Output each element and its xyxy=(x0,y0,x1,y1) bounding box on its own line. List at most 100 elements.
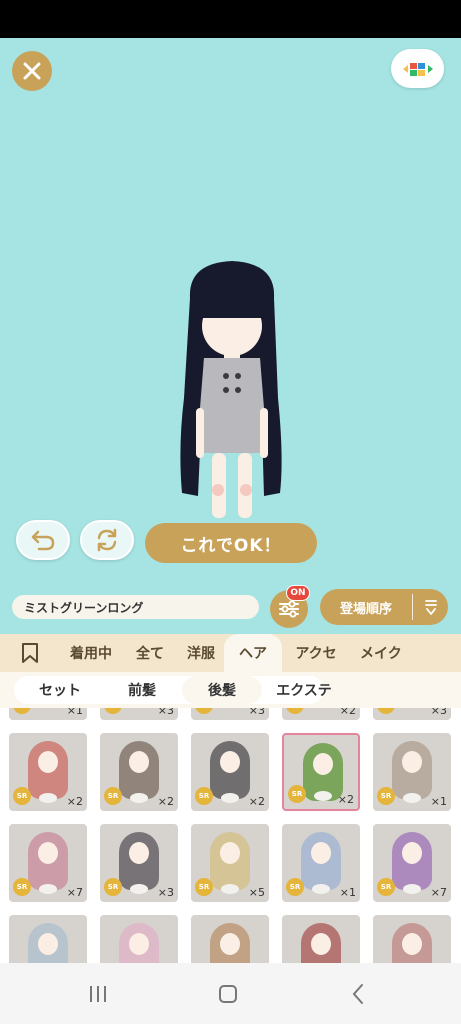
randomize-button[interactable] xyxy=(80,520,134,560)
hair-item-card[interactable]: SR ×1 xyxy=(282,824,360,902)
hair-item-card[interactable]: SR ×2 xyxy=(282,708,360,720)
item-info-bar: ミストグリーンロング ON 登場順序 xyxy=(0,580,461,634)
mannequin-stand xyxy=(221,793,239,803)
owned-count: ×5 xyxy=(248,886,265,899)
hair-item-card[interactable] xyxy=(373,915,451,963)
mannequin-stand xyxy=(221,884,239,894)
subtab-back-hair[interactable]: 後髪 xyxy=(182,676,262,704)
tab-accessories[interactable]: アクセ xyxy=(282,634,350,672)
tab-wearing[interactable]: 着用中 xyxy=(60,634,122,672)
bookmark-icon xyxy=(22,643,38,663)
hair-item-card[interactable]: SR ×2 xyxy=(282,733,360,811)
owned-count: ×2 xyxy=(248,795,265,808)
mannequin-stand xyxy=(403,884,421,894)
sort-order-label: 登場順序 xyxy=(339,601,392,617)
app-screen: これでOK！ ミストグリーンロング ON 登場順序 着用中 全て 洋服 ヘア ア… xyxy=(0,0,461,1024)
rarity-badge: SR xyxy=(195,787,213,805)
owned-count: ×3 xyxy=(157,886,174,899)
background-select-button[interactable] xyxy=(391,49,444,88)
mannequin-stand xyxy=(314,791,332,801)
mannequin-face xyxy=(402,842,422,864)
mannequin-face xyxy=(402,933,422,955)
hair-item-card[interactable]: SR ×2 xyxy=(9,733,87,811)
confirm-button[interactable]: これでOK！ xyxy=(145,523,317,563)
hair-item-card[interactable]: SR ×1 xyxy=(373,733,451,811)
owned-count: ×2 xyxy=(157,795,174,808)
subtab-bangs[interactable]: 前髪 xyxy=(106,676,178,704)
rarity-badge: SR xyxy=(377,878,395,896)
rarity-badge: SR xyxy=(13,787,31,805)
hair-item-card[interactable]: SR ×2 xyxy=(100,733,178,811)
mannequin-face xyxy=(38,842,58,864)
owned-count: ×1 xyxy=(430,795,447,808)
home-button[interactable] xyxy=(208,981,248,1007)
hair-item-card[interactable] xyxy=(282,915,360,963)
mannequin-face xyxy=(129,842,149,864)
hair-item-card[interactable]: SR ×3 xyxy=(191,708,269,720)
sliders-icon xyxy=(279,600,299,618)
hair-item-card[interactable]: SR ×3 xyxy=(100,708,178,720)
back-button[interactable] xyxy=(338,981,378,1007)
mannequin-stand xyxy=(130,793,148,803)
hair-item-card[interactable] xyxy=(9,915,87,963)
rarity-badge: SR xyxy=(195,878,213,896)
mannequin-stand xyxy=(130,884,148,894)
rarity-badge: SR xyxy=(195,708,213,714)
recent-apps-button[interactable] xyxy=(78,981,118,1007)
subtab-extensions[interactable]: エクステ xyxy=(268,676,340,704)
sort-direction-icon xyxy=(413,598,448,616)
rarity-badge: SR xyxy=(288,785,306,803)
tab-makeup[interactable]: メイク xyxy=(350,634,410,672)
tab-all[interactable]: 全て xyxy=(122,634,178,672)
undo-icon xyxy=(31,530,55,551)
home-icon xyxy=(219,985,237,1003)
rarity-badge: SR xyxy=(286,878,304,896)
sort-order-button[interactable]: 登場順序 xyxy=(320,589,448,625)
mannequin-stand xyxy=(39,793,57,803)
hair-item-card[interactable] xyxy=(100,915,178,963)
hair-item-card[interactable]: SR ×7 xyxy=(373,824,451,902)
mannequin-face xyxy=(38,751,58,773)
close-icon xyxy=(23,62,41,80)
owned-count: ×1 xyxy=(66,708,83,717)
category-tabs: 着用中 全て 洋服 ヘア アクセ メイク xyxy=(0,634,461,672)
rarity-badge: SR xyxy=(377,787,395,805)
undo-button[interactable] xyxy=(16,520,70,560)
back-icon xyxy=(352,984,363,1004)
hair-item-card[interactable]: SR ×1 xyxy=(9,708,87,720)
mannequin-face xyxy=(129,751,149,773)
rarity-badge: SR xyxy=(104,708,122,714)
mannequin-face xyxy=(220,842,240,864)
avatar-preview xyxy=(180,261,282,518)
owned-count: ×2 xyxy=(337,793,354,806)
close-button[interactable] xyxy=(12,51,52,91)
owned-count: ×7 xyxy=(430,886,447,899)
owned-count: ×3 xyxy=(248,708,265,717)
tab-clothes[interactable]: 洋服 xyxy=(178,634,224,672)
hair-subtabs: セット 前髪 後髪 エクステ xyxy=(0,672,461,708)
mannequin-face xyxy=(311,842,331,864)
hair-item-card[interactable]: SR ×2 xyxy=(191,733,269,811)
hair-item-card[interactable]: SR ×3 xyxy=(373,708,451,720)
mannequin-face xyxy=(311,933,331,955)
selected-item-name: ミストグリーンロング xyxy=(12,595,259,619)
mannequin-face xyxy=(313,753,333,775)
mannequin-stand xyxy=(312,884,330,894)
hair-item-card[interactable] xyxy=(191,915,269,963)
hair-item-card[interactable]: SR ×3 xyxy=(100,824,178,902)
subtab-set[interactable]: セット xyxy=(24,676,96,704)
owned-count: ×7 xyxy=(66,886,83,899)
mannequin-face xyxy=(129,933,149,955)
tab-hair[interactable]: ヘア xyxy=(224,634,282,672)
recent-apps-icon xyxy=(90,986,106,1002)
mannequin-face xyxy=(220,933,240,955)
hair-item-card[interactable]: SR ×5 xyxy=(191,824,269,902)
rarity-badge: SR xyxy=(13,708,31,714)
owned-count: ×1 xyxy=(339,886,356,899)
rarity-badge: SR xyxy=(377,708,395,714)
rarity-badge: SR xyxy=(104,787,122,805)
hair-item-card[interactable]: SR ×7 xyxy=(9,824,87,902)
owned-count: ×3 xyxy=(157,708,174,717)
mannequin-face xyxy=(38,933,58,955)
tab-bookmark[interactable] xyxy=(0,634,60,672)
